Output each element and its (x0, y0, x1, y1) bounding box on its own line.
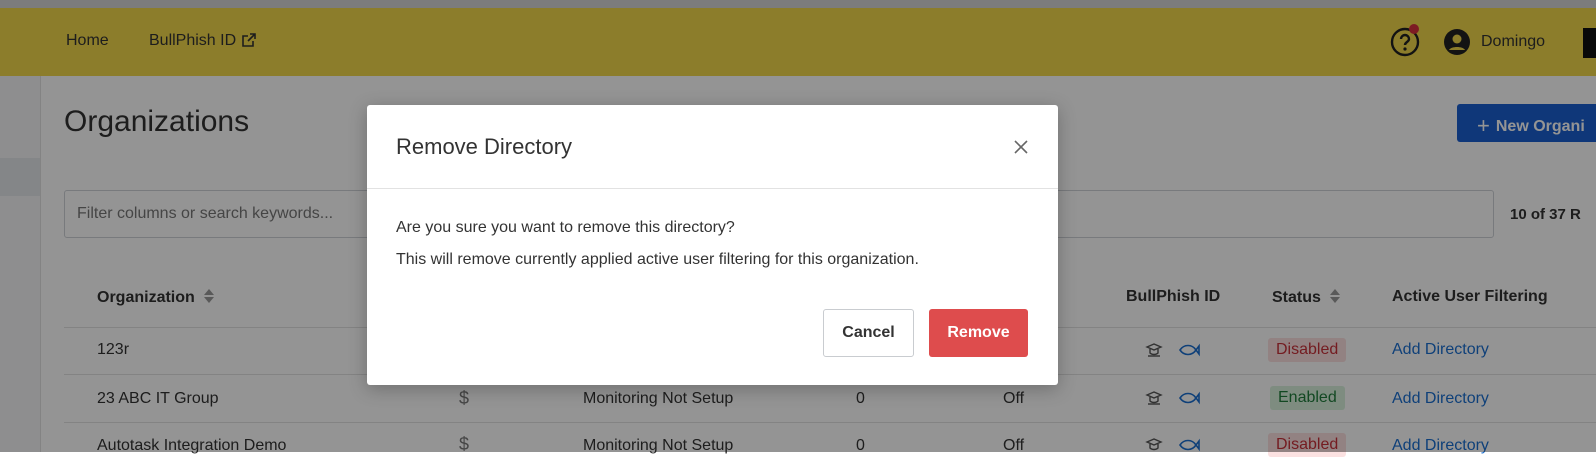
remove-button[interactable]: Remove (929, 309, 1028, 357)
modal-title: Remove Directory (396, 134, 573, 159)
cancel-button[interactable]: Cancel (823, 309, 914, 357)
close-icon[interactable] (1012, 138, 1030, 156)
modal-question: Are you sure you want to remove this dir… (396, 219, 735, 236)
modal-divider (367, 188, 1058, 189)
remove-directory-modal: Remove Directory Are you sure you want t… (367, 105, 1058, 385)
modal-description: This will remove currently applied activ… (396, 251, 919, 268)
